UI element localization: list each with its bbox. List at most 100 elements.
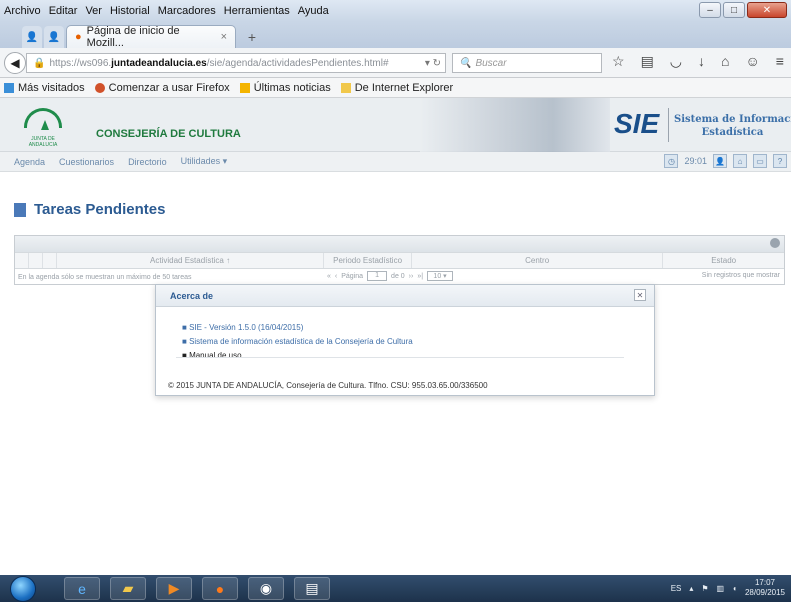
- network-icon[interactable]: ▥: [717, 584, 725, 593]
- bookmark-internet-explorer[interactable]: De Internet Explorer: [340, 82, 453, 94]
- col-header-estado[interactable]: Estado: [663, 253, 784, 268]
- about-item-description[interactable]: ■ Sistema de información estadística de …: [182, 335, 413, 349]
- url-bar[interactable]: 🔒 https://ws096. juntadeandalucia.es/sie/…: [26, 53, 446, 73]
- next-page-icon[interactable]: ››: [409, 273, 414, 280]
- department-name: CONSEJERÍA DE CULTURA: [96, 128, 241, 140]
- windows-taskbar: e ▰ ▶ ● ◉ ▤ ES ▴ ⚑ ▥ ◖ 17:07 28/09/2015: [0, 575, 791, 602]
- bookmark-label: Últimas noticias: [253, 81, 331, 94]
- tab-active[interactable]: ● Página de inicio de Mozill... ×: [66, 25, 236, 49]
- help-icon[interactable]: ?: [773, 154, 787, 168]
- nav-agenda[interactable]: Agenda: [14, 157, 45, 167]
- menu-icon[interactable]: ≡: [776, 53, 784, 70]
- nav-utilidades[interactable]: Utilidades ▾: [181, 156, 228, 167]
- col-header-actividad[interactable]: Actividad Estadística ↑: [57, 253, 325, 268]
- col-header-centro[interactable]: Centro: [412, 253, 664, 268]
- browser-navbar: ◀ 🔒 https://ws096. juntadeandalucia.es/si…: [0, 48, 791, 78]
- taskbar-explorer-button[interactable]: ▰: [110, 577, 146, 600]
- window-icon[interactable]: ▭: [753, 154, 767, 168]
- page-number-input[interactable]: 1: [367, 271, 388, 281]
- site-nav: Agenda Cuestionarios Directorio Utilidad…: [0, 152, 791, 172]
- clock[interactable]: 17:07 28/09/2015: [745, 578, 785, 598]
- taskbar-ie-button[interactable]: e: [64, 577, 100, 600]
- tab-close-icon[interactable]: ×: [221, 31, 227, 43]
- folder-icon: [4, 82, 14, 93]
- search-input[interactable]: 🔍 Buscar: [452, 53, 602, 73]
- home-icon[interactable]: ⌂: [721, 53, 729, 70]
- url-path: /sie/agenda/actividadesPendientes.html#: [206, 57, 389, 69]
- page-count: de 0: [391, 272, 405, 280]
- new-tab-button[interactable]: +: [242, 28, 262, 46]
- user-icon: 👤: [25, 31, 39, 43]
- chevron-up-icon[interactable]: ▴: [689, 584, 693, 593]
- clipboard-icon[interactable]: ▤: [641, 53, 654, 70]
- rows-per-page-select[interactable]: 10 ▾: [427, 271, 454, 281]
- menu-historial[interactable]: Historial: [106, 5, 154, 17]
- tasks-grid: Actividad Estadística ↑ Periodo Estadíst…: [14, 235, 785, 285]
- home-icon[interactable]: ⌂: [733, 154, 747, 168]
- reload-icon[interactable]: ▾ ↻: [425, 58, 441, 69]
- clock-date: 28/09/2015: [744, 588, 785, 597]
- language-indicator[interactable]: ES: [671, 584, 682, 593]
- menu-editar[interactable]: Editar: [45, 5, 82, 17]
- pinned-tab-1[interactable]: 👤: [22, 26, 42, 48]
- pinned-tab-2[interactable]: 👤: [44, 26, 64, 48]
- refresh-icon[interactable]: [770, 238, 780, 248]
- menu-ver[interactable]: Ver: [81, 5, 106, 17]
- menu-marcadores[interactable]: Marcadores: [154, 5, 220, 17]
- volume-icon[interactable]: ◖: [732, 584, 737, 593]
- close-window-button[interactable]: ✕: [747, 2, 787, 18]
- dialog-header: Acerca de ✕: [156, 285, 654, 307]
- nav-cuestionarios[interactable]: Cuestionarios: [59, 157, 114, 167]
- grid-col-blank: [29, 253, 43, 268]
- firefox-icon: [94, 82, 105, 93]
- taskbar-media-button[interactable]: ▶: [156, 577, 192, 600]
- back-button[interactable]: ◀: [4, 52, 26, 74]
- about-item-version[interactable]: ■ SIE - Versión 1.5.0 (16/04/2015): [182, 321, 413, 335]
- media-player-icon: ▶: [168, 580, 180, 596]
- firefox-icon: ●: [215, 580, 225, 597]
- bookmark-mas-visitados[interactable]: Más visitados: [4, 82, 85, 94]
- folder-icon: [340, 82, 351, 93]
- nav-toolbar-icons: ☆ ▤ ◡ ↓ ⌂ ☺ ≡: [612, 53, 784, 70]
- taskbar-firefox-button[interactable]: ●: [202, 577, 238, 600]
- first-page-icon[interactable]: «: [327, 273, 331, 280]
- last-page-icon[interactable]: »|: [417, 273, 423, 280]
- chat-icon[interactable]: ☺: [745, 53, 759, 70]
- browser-menubar: Archivo Editar Ver Historial Marcadores …: [0, 0, 791, 22]
- clock-time: 17:07: [754, 578, 775, 587]
- page-label: Página: [341, 272, 364, 280]
- bookmark-ultimas-noticias[interactable]: Últimas noticias: [239, 81, 331, 94]
- junta-andalucia-logo: JUNTA DE ANDALUCIA: [18, 106, 68, 148]
- about-dialog: Acerca de ✕ ■ SIE - Versión 1.5.0 (16/04…: [155, 284, 655, 396]
- start-button[interactable]: [10, 576, 36, 602]
- search-icon: 🔍: [459, 57, 472, 69]
- download-icon[interactable]: ↓: [698, 53, 705, 70]
- taskbar-document-button[interactable]: ▤: [294, 577, 330, 600]
- menu-ayuda[interactable]: Ayuda: [294, 5, 333, 17]
- dialog-title: Acerca de: [170, 291, 214, 301]
- taskbar-app-button[interactable]: ◉: [248, 577, 284, 600]
- about-item-label: Sistema de información estadística de la…: [189, 337, 413, 346]
- sie-title: Sistema de Información Estadística: [674, 113, 791, 139]
- arrow-left-icon: ◀: [10, 56, 20, 70]
- menu-archivo[interactable]: Archivo: [0, 5, 45, 17]
- about-item-manual[interactable]: ■ Manual de uso: [182, 349, 413, 363]
- sie-title-line2: Estadística: [701, 127, 764, 138]
- bookmark-label: Comenzar a usar Firefox: [108, 81, 230, 94]
- page-title: Tareas Pendientes: [34, 201, 166, 218]
- col-header-periodo[interactable]: Periodo Estadístico: [324, 253, 412, 268]
- maximize-button[interactable]: □: [723, 2, 745, 18]
- dialog-close-button[interactable]: ✕: [634, 289, 646, 301]
- menu-herramientas[interactable]: Herramientas: [220, 5, 294, 17]
- nav-directorio[interactable]: Directorio: [128, 157, 167, 167]
- star-icon[interactable]: ☆: [612, 53, 625, 70]
- user-icon[interactable]: 👤: [713, 154, 727, 168]
- bookmark-comenzar[interactable]: Comenzar a usar Firefox: [94, 81, 230, 94]
- dialog-divider: [176, 357, 624, 358]
- flag-icon[interactable]: ⚑: [701, 584, 708, 593]
- minimize-button[interactable]: –: [699, 2, 721, 18]
- lock-icon: 🔒: [33, 57, 46, 69]
- rows-per-page-value: 10: [433, 273, 442, 280]
- pocket-icon[interactable]: ◡: [670, 53, 682, 70]
- prev-page-icon[interactable]: ‹: [335, 273, 337, 280]
